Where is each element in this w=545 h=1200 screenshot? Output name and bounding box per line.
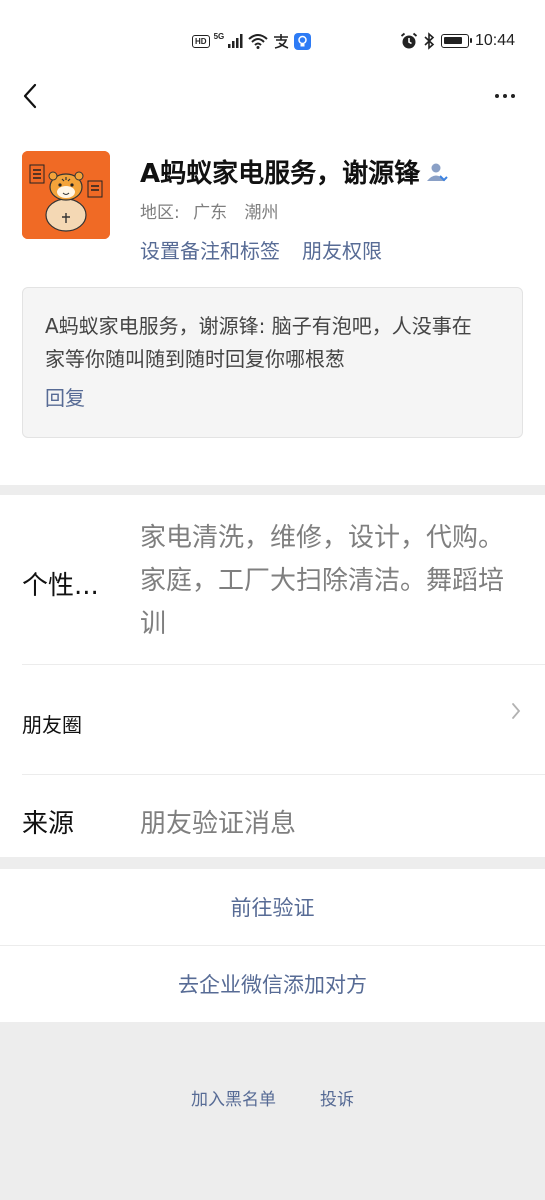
region-label: 地区: (140, 203, 180, 223)
wifi-icon (248, 34, 268, 49)
more-dot-icon (495, 94, 499, 98)
status-left: HD 5G (192, 30, 312, 52)
tiger-avatar-image (22, 151, 110, 239)
signature-value: 家电清洗，维修，设计，代购。家庭，工厂大扫除清洁。舞蹈培训 (140, 523, 505, 639)
set-remark-link[interactable]: 设置备注和标签 (140, 235, 280, 264)
chevron-right-icon (512, 703, 521, 719)
bulb-notification-icon (294, 32, 312, 50)
signal-icon (228, 34, 243, 48)
friend-permission-link[interactable]: 朋友权限 (302, 235, 382, 264)
actions-section: 前往验证 去企业微信添加对方 (0, 869, 545, 1022)
source-row: 来源 朋友验证消息 (0, 775, 545, 857)
profile-section: A蚂蚁家电服务，谢源锋 地区: 广东 潮州 设置备注和标签 朋友权限 A蚂蚁家电… (0, 125, 545, 485)
verify-button[interactable]: 前往验证 (0, 869, 545, 945)
footer-links: 加入黑名单 投诉 (0, 1085, 545, 1110)
profile-actions: 设置备注和标签 朋友权限 (140, 235, 382, 264)
chevron-left-icon (23, 83, 37, 109)
nav-bar (0, 70, 545, 125)
alarm-icon (400, 32, 418, 49)
contact-person-icon (427, 163, 448, 181)
more-dot-icon (511, 94, 515, 98)
source-value: 朋友验证消息 (140, 809, 297, 839)
status-bar: HD 5G 10:44 (0, 0, 545, 70)
more-button[interactable] (485, 78, 525, 114)
back-button[interactable] (12, 78, 48, 114)
battery-icon (440, 34, 472, 48)
moments-row[interactable]: 朋友圈 (0, 665, 545, 775)
wecom-add-button[interactable]: 去企业微信添加对方 (0, 946, 545, 1022)
name-row: A蚂蚁家电服务，谢源锋 (140, 153, 448, 190)
status-time: 10:44 (474, 32, 515, 49)
info-section: 个性... 家电清洗，维修，设计，代购。家庭，工厂大扫除清洁。舞蹈培训 朋友圈 … (0, 495, 545, 857)
region-city: 潮州 (244, 203, 279, 223)
region-row: 地区: 广东 潮州 (140, 198, 279, 223)
contact-name: A蚂蚁家电服务，谢源锋 (140, 159, 421, 189)
signature-label: 个性... (22, 571, 99, 601)
region-province: 广东 (193, 203, 228, 223)
signature-row: 个性... 家电清洗，维修，设计，代购。家庭，工厂大扫除清洁。舞蹈培训 (0, 495, 545, 665)
hd-icon: HD (192, 34, 210, 48)
report-link[interactable]: 投诉 (320, 1085, 354, 1110)
bluetooth-icon (424, 32, 435, 50)
alipay-icon (274, 34, 289, 49)
reply-link[interactable]: 回复 (45, 384, 500, 412)
moments-label: 朋友圈 (22, 713, 82, 737)
avatar[interactable] (22, 151, 110, 239)
source-label: 来源 (22, 809, 75, 839)
recent-moment-card[interactable]: A蚂蚁家电服务，谢源锋: 脑子有泡吧，人没事在家等你随叫随到随时回复你哪根葱 回… (22, 287, 523, 438)
blacklist-link[interactable]: 加入黑名单 (191, 1085, 276, 1110)
status-right: 10:44 (400, 30, 515, 52)
moment-text: A蚂蚁家电服务，谢源锋: 脑子有泡吧，人没事在家等你随叫随到随时回复你哪根葱 (45, 314, 472, 371)
more-dot-icon (503, 94, 507, 98)
network-type: 5G (213, 31, 225, 41)
